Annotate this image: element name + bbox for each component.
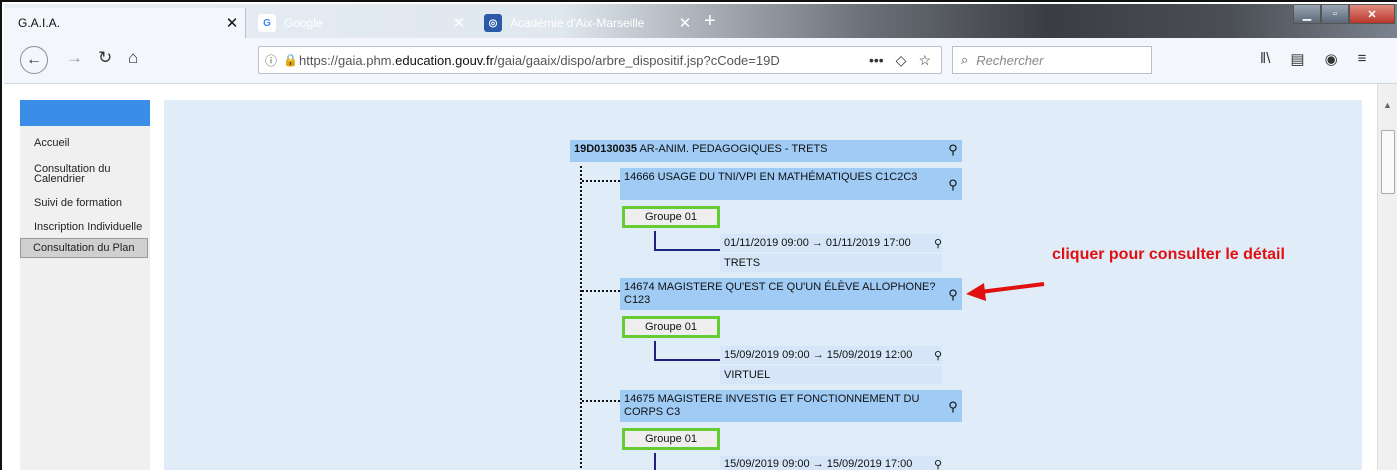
info-icon[interactable]: ⓘ <box>259 52 283 69</box>
new-tab-icon[interactable]: + <box>704 10 716 33</box>
tree-panel: 19D0130035 AR-ANIM. PEDAGOGIQUES - TRETS… <box>164 100 1362 470</box>
page-content: Accueil Consultation du Calendrier Suivi… <box>4 84 1397 470</box>
tab-title: G.A.I.A. <box>18 16 61 30</box>
tab-academie[interactable]: ◎ Académie d'Aix-Marseille ✕ <box>476 8 698 38</box>
session-row: 15/09/2019 09:00 → 15/09/2019 12:00 ⚲ <box>720 346 942 364</box>
scroll-thumb[interactable] <box>1381 130 1395 194</box>
home-icon[interactable]: ⌂ <box>128 48 138 68</box>
google-icon: G <box>258 14 276 32</box>
session-dates: 15/09/2019 09:00 → 15/09/2019 12:00 <box>724 349 913 361</box>
more-icon[interactable]: ••• <box>869 52 884 69</box>
tab-title: Académie d'Aix-Marseille <box>510 16 645 30</box>
sidebar-item-accueil[interactable]: Accueil <box>20 134 150 152</box>
module-label: 14674 MAGISTERE QU'EST CE QU'UN ÉLÈVE AL… <box>624 281 936 306</box>
maximize-icon[interactable]: ▫ <box>1321 4 1349 24</box>
tree-branch <box>582 400 620 402</box>
module-node: 14674 MAGISTERE QU'EST CE QU'UN ÉLÈVE AL… <box>620 278 962 310</box>
minimize-icon[interactable]: ▁ <box>1293 4 1321 24</box>
search-input[interactable]: Rechercher <box>976 53 1043 68</box>
sidebar-item-calendrier[interactable]: Consultation du Calendrier <box>20 160 150 188</box>
magnifier-icon[interactable]: ⚲ <box>944 168 962 193</box>
group-button[interactable]: Groupe 01 <box>622 428 720 450</box>
window-close-icon[interactable]: ✕ <box>1349 4 1395 24</box>
close-icon[interactable]: ✕ <box>219 14 245 32</box>
sidebar-item-inscription[interactable]: Inscription Individuelle <box>20 218 150 236</box>
nav-bar: ← → ↻ ⌂ ⓘ 🔒 https://gaia.phm.education.g… <box>4 38 1397 84</box>
annotation-text: cliquer pour consulter le détail <box>1052 246 1285 263</box>
magnifier-icon[interactable]: ⚲ <box>934 349 942 362</box>
menu-icon[interactable]: ≡ <box>1358 50 1367 68</box>
lock-icon: 🔒 <box>283 53 298 67</box>
sidebar-toggle-icon[interactable]: ▤ <box>1290 50 1304 68</box>
module-node: 14675 MAGISTERE INVESTIG ET FONCTIONNEME… <box>620 390 962 422</box>
bookmark-star-icon[interactable]: ☆ <box>918 52 931 69</box>
group-connector <box>654 249 720 251</box>
magnifier-icon[interactable]: ⚲ <box>944 390 962 415</box>
toolbar-icons: ‖\ ▤ ◉ ≡ <box>1260 50 1366 68</box>
url-text[interactable]: https://gaia.phm.education.gouv.fr/gaia/… <box>299 53 869 68</box>
sidebar-item-plan[interactable]: Consultation du Plan <box>20 238 148 258</box>
academie-icon: ◎ <box>484 14 502 32</box>
tree-trunk <box>580 166 582 470</box>
magnifier-icon[interactable]: ⚲ <box>944 140 962 158</box>
sidebar-item-suivi[interactable]: Suivi de formation <box>20 194 150 212</box>
tab-title: Google <box>284 16 323 30</box>
session-row: 15/09/2019 09:00 → 15/09/2019 17:00 ⚲ <box>720 456 942 470</box>
search-icon: ⌕ <box>961 52 969 67</box>
back-icon[interactable]: ← <box>20 46 48 74</box>
reload-icon[interactable]: ↻ <box>98 48 112 68</box>
magnifier-icon[interactable]: ⚲ <box>934 458 942 470</box>
group-connector <box>654 359 720 361</box>
session-row: 01/11/2019 09:00 → 01/11/2019 17:00 ⚲ <box>720 234 942 252</box>
tab-gaia[interactable]: G.A.I.A. ✕ <box>4 8 246 38</box>
browser-window: G.A.I.A. ✕ G Google ✕ ◎ Académie d'Aix-M… <box>0 0 1397 470</box>
session-dates: 01/11/2019 09:00 → 01/11/2019 17:00 <box>724 237 911 249</box>
session-place: VIRTUEL <box>720 366 942 384</box>
close-icon[interactable]: ✕ <box>672 14 698 32</box>
tab-strip: G.A.I.A. ✕ G Google ✕ ◎ Académie d'Aix-M… <box>4 4 1397 38</box>
group-connector <box>654 231 656 251</box>
group-connector <box>654 341 656 361</box>
group-connector <box>654 453 656 470</box>
root-code: 19D0130035 <box>574 143 638 155</box>
sidebar-menu: Accueil Consultation du Calendrier Suivi… <box>20 126 150 258</box>
group-button[interactable]: Groupe 01 <box>622 206 720 228</box>
sidebar-header <box>20 100 150 126</box>
scroll-up-icon[interactable]: ▲ <box>1378 100 1397 110</box>
group-button[interactable]: Groupe 01 <box>622 316 720 338</box>
library-icon[interactable]: ‖\ <box>1260 50 1270 68</box>
url-bar[interactable]: ⓘ 🔒 https://gaia.phm.education.gouv.fr/g… <box>258 46 942 74</box>
root-node: 19D0130035 AR-ANIM. PEDAGOGIQUES - TRETS… <box>570 140 962 162</box>
close-icon[interactable]: ✕ <box>446 14 472 32</box>
module-label: 14666 USAGE DU TNI/VPI EN MATHÉMATIQUES … <box>624 171 918 183</box>
magnifier-icon[interactable]: ⚲ <box>934 237 942 250</box>
sidebar: Accueil Consultation du Calendrier Suivi… <box>20 100 150 470</box>
search-box[interactable]: ⌕ Rechercher <box>952 46 1152 74</box>
session-dates: 15/09/2019 09:00 → 15/09/2019 17:00 <box>724 458 913 470</box>
pocket-icon[interactable]: ◇ <box>896 52 907 69</box>
annotation-arrow-icon <box>966 282 1045 301</box>
session-place: TRETS <box>720 254 942 272</box>
tree-branch <box>582 180 620 182</box>
module-node: 14666 USAGE DU TNI/VPI EN MATHÉMATIQUES … <box>620 168 962 200</box>
tree-branch <box>582 290 620 292</box>
module-label: 14675 MAGISTERE INVESTIG ET FONCTIONNEME… <box>624 393 920 418</box>
scrollbar[interactable]: ▲ <box>1377 84 1397 470</box>
forward-icon[interactable]: → <box>66 48 83 68</box>
window-controls: ▁ ▫ ✕ <box>1293 4 1395 24</box>
tab-google[interactable]: G Google ✕ <box>250 8 472 38</box>
magnifier-icon[interactable]: ⚲ <box>944 278 962 303</box>
extension-icon[interactable]: ◉ <box>1325 50 1338 68</box>
root-label: AR-ANIM. PEDAGOGIQUES - TRETS <box>639 143 828 155</box>
